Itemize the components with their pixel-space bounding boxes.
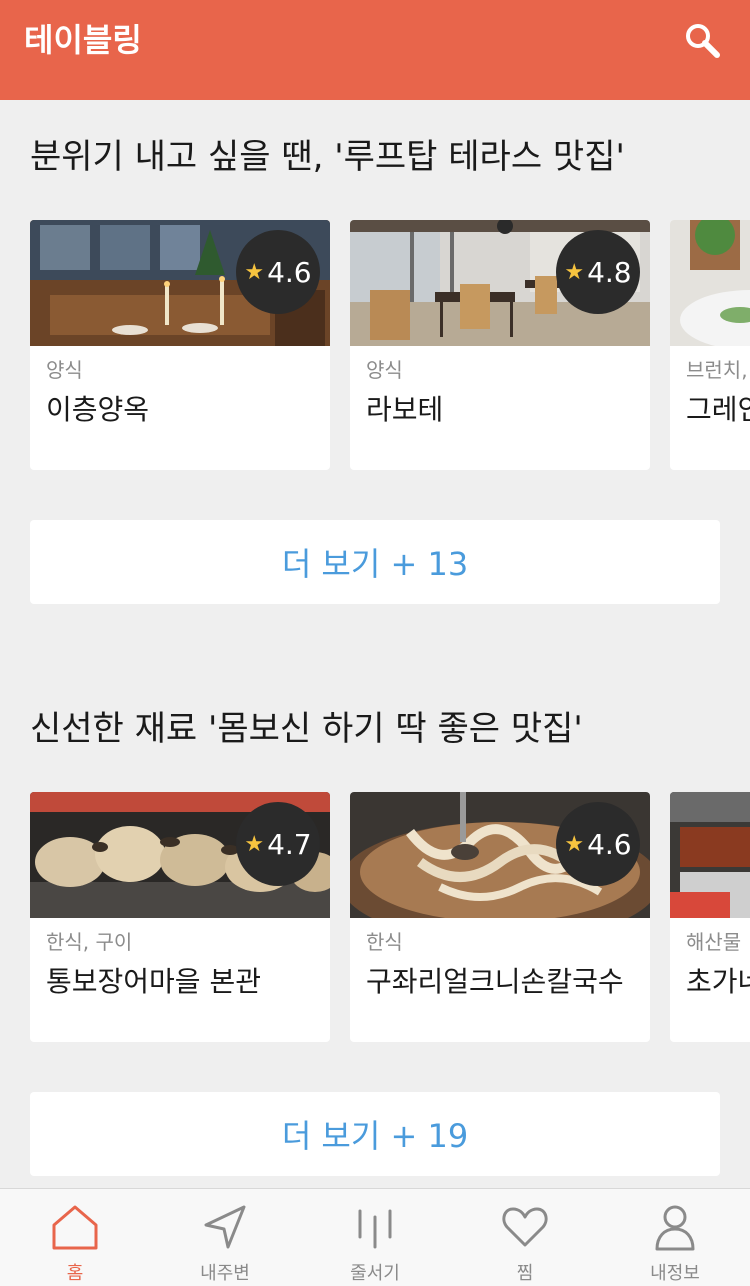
tab-label: 내정보	[650, 1263, 700, 1284]
restaurant-category: 브런치,	[686, 358, 748, 382]
show-more-button[interactable]: 더 보기 + 19	[30, 1092, 720, 1176]
restaurant-category: 한식	[366, 930, 403, 954]
restaurant-name: 그레인	[686, 393, 750, 426]
home-icon	[52, 1205, 98, 1250]
rating-value: 4.6	[267, 255, 312, 289]
restaurant-card[interactable]: ★ 4.8 양식 라보테	[350, 220, 650, 470]
tab-profile[interactable]: 내정보	[600, 1189, 750, 1286]
restaurant-category: 한식, 구이	[46, 930, 133, 954]
tab-label: 줄서기	[350, 1263, 400, 1284]
tab-nearby[interactable]: 내주변	[150, 1189, 300, 1286]
restaurant-category: 해산물	[686, 930, 742, 954]
restaurant-photo	[670, 792, 750, 918]
person-icon	[655, 1205, 695, 1251]
rating-badge: ★ 4.6	[236, 230, 320, 314]
app-header: 테이블링	[0, 0, 750, 100]
star-icon: ★	[244, 831, 265, 857]
restaurant-photo	[670, 220, 750, 346]
restaurant-card[interactable]: 해산물 초가네	[670, 792, 750, 1042]
rating-value: 4.7	[267, 827, 312, 861]
rating-value: 4.6	[587, 827, 632, 861]
show-more-button[interactable]: 더 보기 + 13	[30, 520, 720, 604]
queue-icon	[358, 1209, 392, 1249]
restaurant-category: 양식	[46, 358, 83, 382]
tab-queue[interactable]: 줄서기	[300, 1189, 450, 1286]
restaurant-card[interactable]: 브런치, 그레인	[670, 220, 750, 470]
bottom-tab-bar: 홈 내주변 줄서기 찜 내정보	[0, 1188, 750, 1286]
star-icon: ★	[244, 259, 265, 285]
restaurant-name: 라보테	[366, 393, 444, 426]
tab-label: 내주변	[200, 1263, 250, 1284]
restaurant-name: 구좌리얼크니손칼국수	[366, 965, 624, 998]
tab-favorites[interactable]: 찜	[450, 1189, 600, 1286]
search-icon[interactable]	[682, 20, 722, 60]
restaurant-card[interactable]: ★ 4.7 한식, 구이 통보장어마을 본관	[30, 792, 330, 1042]
app-title: 테이블링	[24, 21, 142, 59]
restaurant-name: 이층양옥	[46, 393, 150, 426]
section-title: 신선한 재료 '몸보신 하기 딱 좋은 맛집'	[30, 709, 583, 749]
navigation-arrow-icon	[204, 1205, 246, 1249]
restaurant-card[interactable]: ★ 4.6 양식 이층양옥	[30, 220, 330, 470]
tab-label: 홈	[66, 1263, 84, 1284]
restaurant-card[interactable]: ★ 4.6 한식 구좌리얼크니손칼국수	[350, 792, 650, 1042]
rating-badge: ★ 4.6	[556, 802, 640, 886]
rating-badge: ★ 4.7	[236, 802, 320, 886]
restaurant-name: 통보장어마을 본관	[46, 965, 261, 998]
restaurant-category: 양식	[366, 358, 403, 382]
section-title: 분위기 내고 싶을 땐, '루프탑 테라스 맛집'	[30, 137, 625, 177]
restaurant-name: 초가네	[686, 965, 750, 998]
tab-home[interactable]: 홈	[0, 1189, 150, 1286]
rating-badge: ★ 4.8	[556, 230, 640, 314]
main-content[interactable]: 분위기 내고 싶을 땐, '루프탑 테라스 맛집' ★ 4.6 양식 이층양옥 …	[0, 100, 750, 1188]
heart-icon	[502, 1207, 548, 1247]
tab-label: 찜	[516, 1263, 534, 1284]
star-icon: ★	[564, 259, 585, 285]
star-icon: ★	[564, 831, 585, 857]
rating-value: 4.8	[587, 255, 632, 289]
